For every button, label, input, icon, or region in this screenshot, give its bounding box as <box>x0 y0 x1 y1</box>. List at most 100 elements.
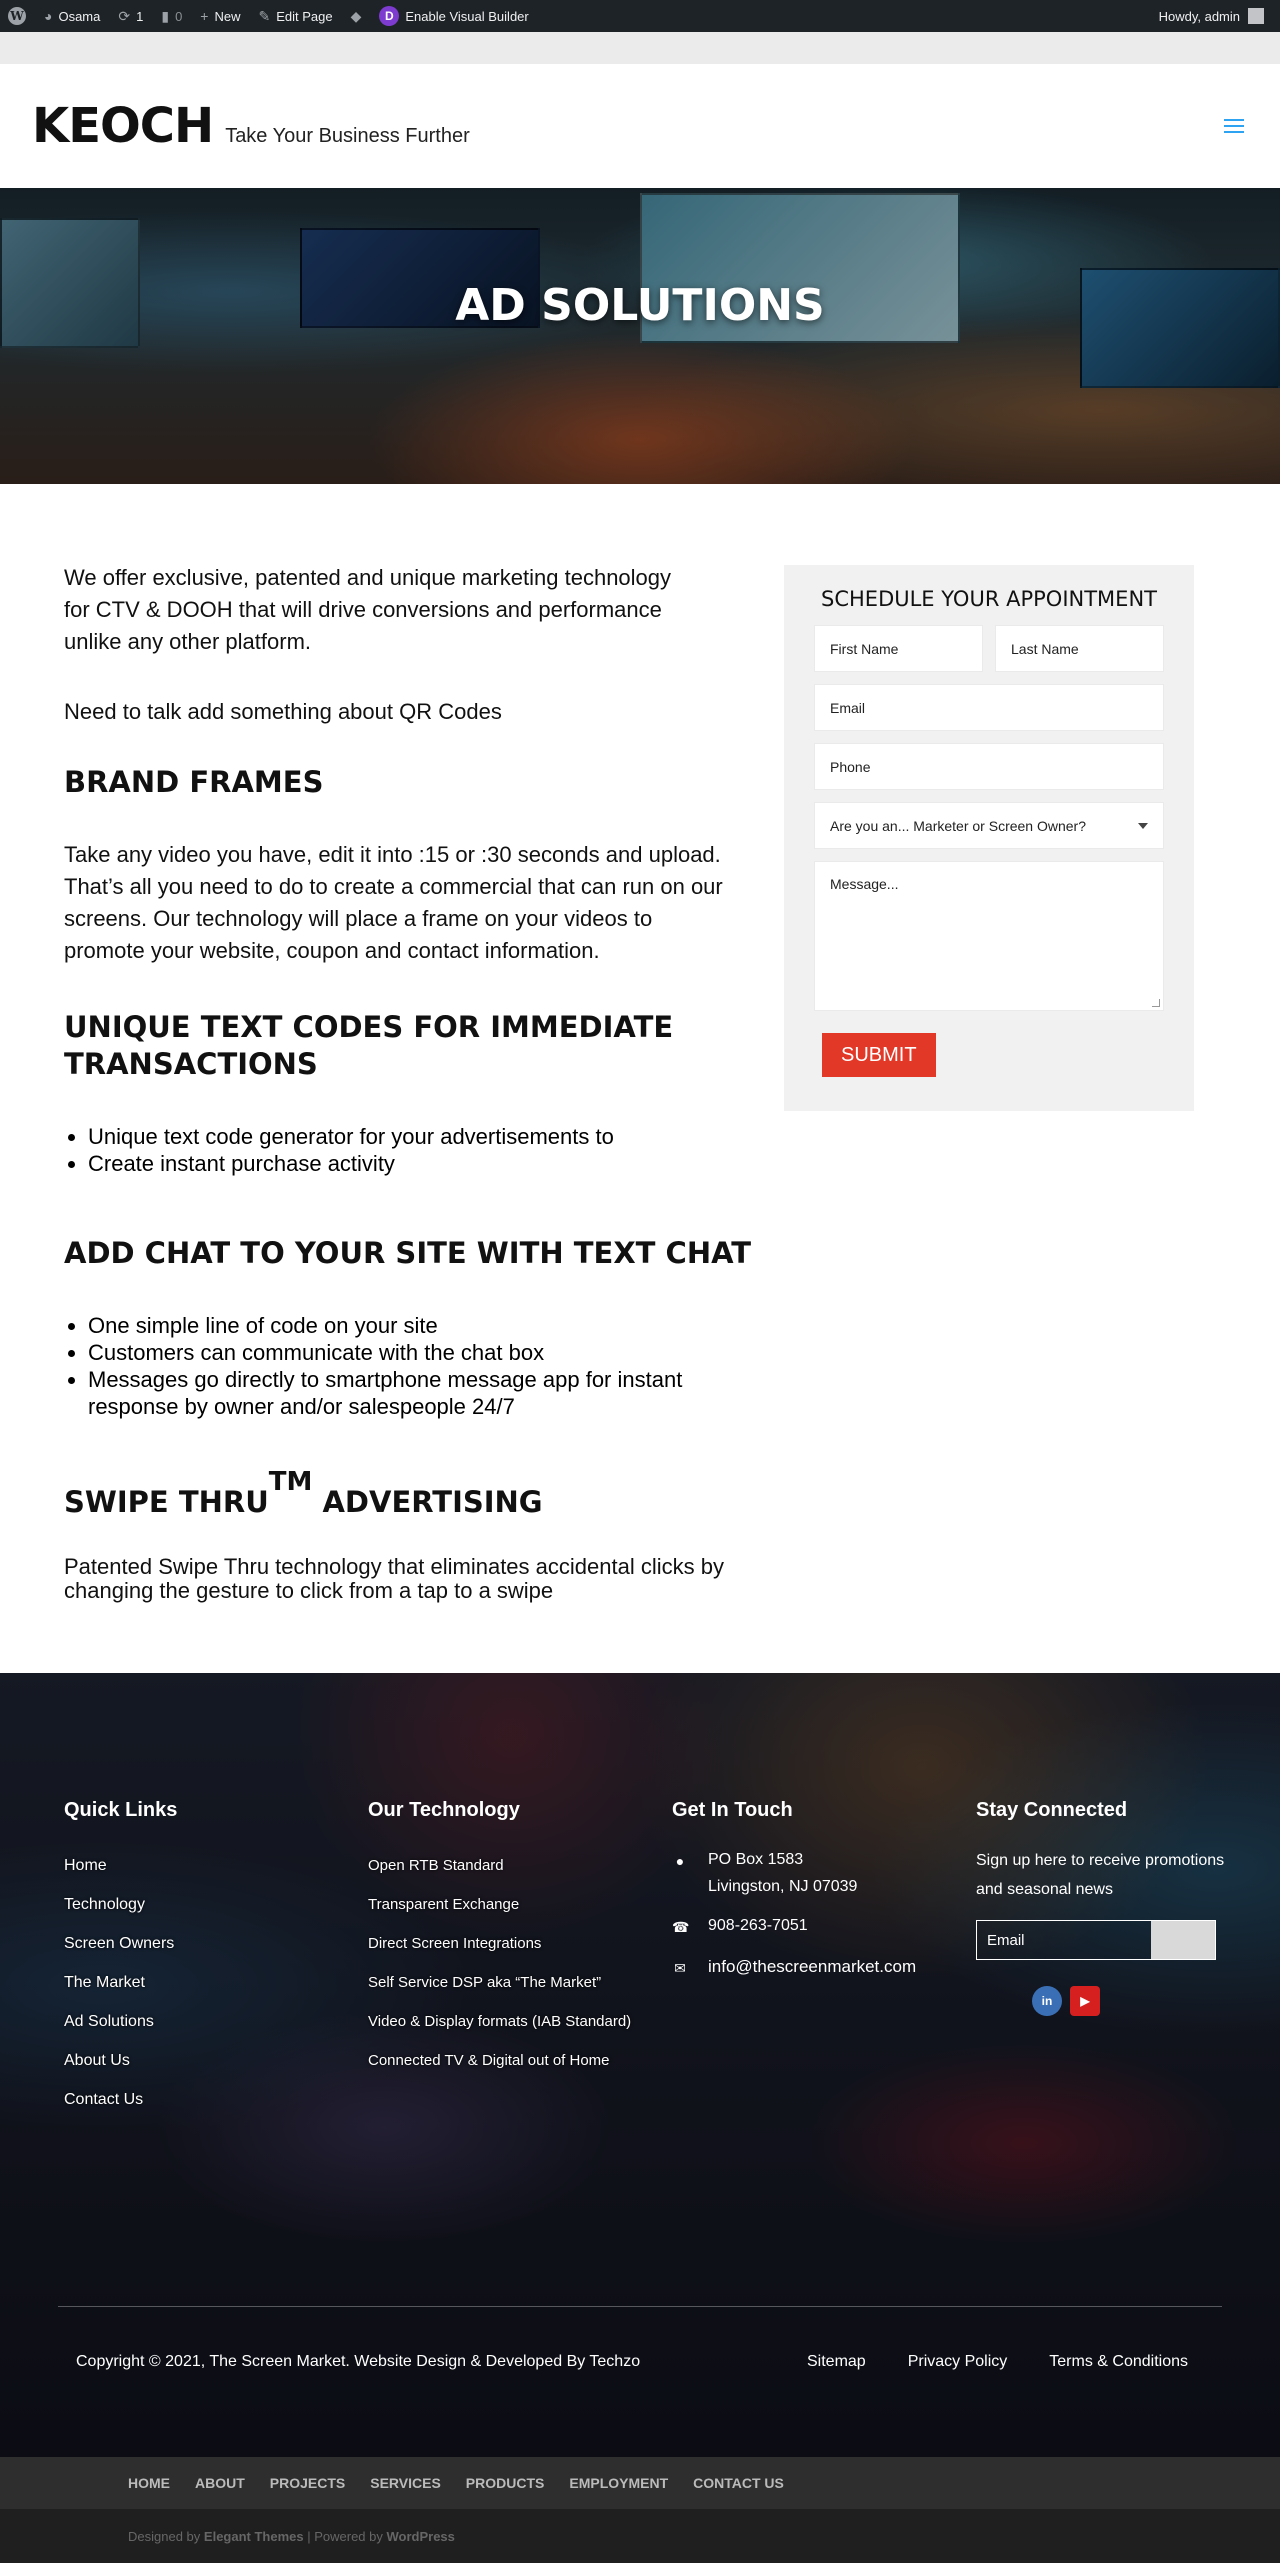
tech-link[interactable]: Transparent Exchange <box>368 1885 672 1924</box>
bottom-nav-about[interactable]: ABOUT <box>195 2475 245 2491</box>
swipe-text: Patented Swipe Thru technology that elim… <box>64 1554 724 1603</box>
chevron-down-icon <box>1138 822 1148 829</box>
stay-connected-column: Stay Connected Sign up here to receive p… <box>976 1799 1280 2119</box>
divi-diamond-link[interactable]: ◆ <box>351 8 362 25</box>
swipe-heading-a: SWIPE THRU <box>64 1485 269 1519</box>
brand-frames-text: Take any video you have, edit it into :1… <box>64 842 723 963</box>
footer-link-contact[interactable]: Contact Us <box>64 2080 368 2119</box>
logo-text[interactable]: KEOCH <box>32 98 214 154</box>
text-codes-heading: UNIQUE TEXT CODES FOR IMMEDIATE TRANSACT… <box>64 1010 674 1081</box>
form-title: SCHEDULE YOUR APPOINTMENT <box>821 587 1157 611</box>
edit-page-label: Edit Page <box>276 8 333 24</box>
email-address[interactable]: info@thescreenmarket.com <box>708 1953 916 1982</box>
admin-bar: W ◕ Osama ⟳ 1 ▮ 0 + New ✎ Edit Page ◆ D … <box>0 0 1280 32</box>
last-name-field[interactable]: Last Name <box>995 625 1164 672</box>
site-name-link[interactable]: ◕ Osama <box>44 8 100 24</box>
bottom-nav-projects[interactable]: PROJECTS <box>270 2475 345 2491</box>
first-name-field[interactable]: First Name <box>814 625 983 672</box>
newsletter-submit-button[interactable] <box>1151 1921 1215 1959</box>
comments-link[interactable]: ▮ 0 <box>161 8 182 25</box>
divi-icon: D <box>379 6 400 26</box>
contact-column: Get In Touch ● PO Box 1583 Livingston, N… <box>672 1799 976 2119</box>
linkedin-icon[interactable]: in <box>1032 1986 1062 2016</box>
copyright-text: Copyright © 2021, The Screen Market. Web… <box>76 2353 641 2370</box>
visual-builder-link[interactable]: D Enable Visual Builder <box>379 6 529 26</box>
appointment-form: SCHEDULE YOUR APPOINTMENT First Name Las… <box>784 565 1194 1111</box>
footer-link-ad-solutions[interactable]: Ad Solutions <box>64 2002 368 2041</box>
envelope-icon: ✉ <box>674 1960 686 1976</box>
role-select-value: Are you an... Marketer or Screen Owner? <box>830 817 1086 834</box>
message-textarea[interactable]: Message... <box>814 861 1164 1011</box>
logo-tagline: Take Your Business Further <box>225 125 470 147</box>
phone-field[interactable]: Phone <box>814 743 1164 790</box>
resize-handle[interactable] <box>1152 999 1160 1007</box>
name-row: First Name Last Name <box>814 625 1164 672</box>
swipe-heading: SWIPE THRUTM ADVERTISING <box>64 1464 774 1521</box>
tech-link[interactable]: Video & Display formats (IAB Standard) <box>368 2002 672 2041</box>
main-content: We offer exclusive, patented and unique … <box>0 484 1280 1673</box>
footer-divider <box>58 2306 1222 2307</box>
hamburger-icon[interactable] <box>1224 119 1244 133</box>
hero-overlay <box>0 188 1280 484</box>
account-menu[interactable]: Howdy, admin <box>1159 8 1264 24</box>
tech-link[interactable]: Direct Screen Integrations <box>368 1924 672 1963</box>
footer-link-home[interactable]: Home <box>64 1846 368 1885</box>
terms-link[interactable]: Terms & Conditions <box>1049 2353 1188 2371</box>
bottom-nav-services[interactable]: SERVICES <box>370 2475 441 2491</box>
plus-icon: + <box>200 8 209 24</box>
visual-builder-label: Enable Visual Builder <box>405 8 529 24</box>
submit-button[interactable]: SUBMIT <box>822 1033 936 1077</box>
phone-number[interactable]: 908-263-7051 <box>708 1912 808 1941</box>
footer-link-technology[interactable]: Technology <box>64 1885 368 1924</box>
list-item: Unique text code generator for your adve… <box>88 1123 774 1150</box>
updates-link[interactable]: ⟳ 1 <box>118 8 143 25</box>
email-field[interactable]: Email <box>814 684 1164 731</box>
elegant-themes-link[interactable]: Elegant Themes <box>204 2529 304 2544</box>
content-column: We offer exclusive, patented and unique … <box>64 562 774 1603</box>
site-logo[interactable]: KEOCH Take Your Business Further <box>32 98 470 154</box>
privacy-policy-link[interactable]: Privacy Policy <box>908 2353 1008 2371</box>
tech-link[interactable]: Open RTB Standard <box>368 1846 672 1885</box>
designed-by-label: Designed by <box>128 2528 201 2544</box>
tech-link[interactable]: Connected TV & Digital out of Home <box>368 2041 672 2080</box>
social-links: in ▶ <box>1032 1986 1280 2016</box>
text-codes-list: Unique text code generator for your adve… <box>88 1123 774 1177</box>
new-content-link[interactable]: + New <box>200 8 240 24</box>
chat-heading: ADD CHAT TO YOUR SITE WITH TEXT CHAT <box>64 1236 752 1270</box>
address-item: ● PO Box 1583 Livingston, NJ 07039 <box>672 1846 976 1900</box>
footer-link-screen-owners[interactable]: Screen Owners <box>64 1924 368 1963</box>
qr-note: Need to talk add something about QR Code… <box>64 699 502 724</box>
youtube-icon[interactable]: ▶ <box>1070 1986 1100 2016</box>
site-name[interactable]: Osama <box>58 9 100 24</box>
newsletter-form: Email <box>976 1920 1216 1960</box>
site-footer: Quick Links Home Technology Screen Owner… <box>0 1673 1280 2457</box>
quick-links-column: Quick Links Home Technology Screen Owner… <box>64 1799 368 2119</box>
howdy-label[interactable]: Howdy, admin <box>1159 9 1240 24</box>
wordpress-logo-icon[interactable]: W <box>8 7 26 25</box>
tech-link[interactable]: Self Service DSP aka “The Market” <box>368 1963 672 2002</box>
bottom-nav-employment[interactable]: EMPLOYMENT <box>569 2475 668 2491</box>
contact-heading: Get In Touch <box>672 1799 793 1821</box>
page-title: AD SOLUTIONS <box>455 280 825 331</box>
list-item: Create instant purchase activity <box>88 1150 774 1177</box>
bottom-nav-home[interactable]: HOME <box>128 2475 170 2491</box>
newsletter-text: Sign up here to receive promotions and s… <box>976 1852 1225 1898</box>
edit-page-link[interactable]: ✎ Edit Page <box>259 8 333 25</box>
wordpress-menu[interactable]: W <box>8 7 26 25</box>
bottom-nav-contact[interactable]: CONTACT US <box>693 2475 784 2491</box>
trademark-mark: TM <box>268 1467 313 1497</box>
message-placeholder: Message... <box>830 876 899 892</box>
role-select[interactable]: Are you an... Marketer or Screen Owner? <box>814 802 1164 849</box>
swipe-heading-b: ADVERTISING <box>322 1485 543 1519</box>
footer-link-market[interactable]: The Market <box>64 1963 368 2002</box>
newsletter-email-input[interactable]: Email <box>977 1921 1151 1959</box>
wordpress-link[interactable]: WordPress <box>387 2529 455 2544</box>
bottom-nav-products[interactable]: PRODUCTS <box>466 2475 545 2491</box>
footer-link-about[interactable]: About Us <box>64 2041 368 2080</box>
footer-bottom-bar: Copyright © 2021, The Screen Market. Web… <box>76 2353 1188 2371</box>
address-line-1: PO Box 1583 <box>708 1851 804 1868</box>
avatar[interactable] <box>1248 8 1264 24</box>
comments-count: 0 <box>175 8 183 24</box>
sitemap-link[interactable]: Sitemap <box>807 2353 866 2371</box>
email-item: ✉ info@thescreenmarket.com <box>672 1953 976 1982</box>
